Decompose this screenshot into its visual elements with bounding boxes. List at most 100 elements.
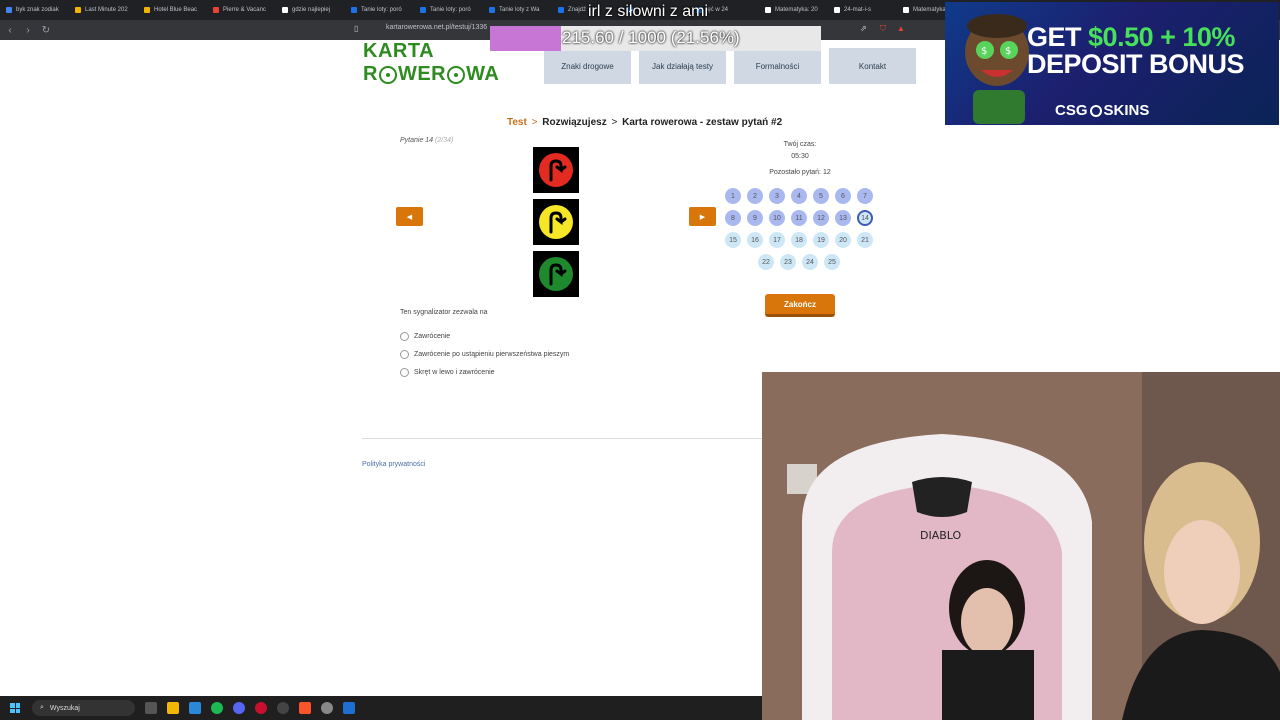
question-nav-button[interactable]: 5 (813, 188, 829, 204)
donation-goal-bar: 215.60 / 1000 (21.56%) (490, 26, 821, 51)
taskbar-search[interactable]: ⌕ Wyszukaj (32, 700, 135, 716)
browser-tab[interactable]: Tanie loty z Wa (483, 0, 552, 20)
tab-favicon-icon (489, 7, 495, 13)
brave-shield-icon[interactable]: ⛉ (880, 24, 886, 34)
obs-icon[interactable] (277, 702, 289, 714)
tab-favicon-icon (420, 7, 426, 13)
browser-tab-label: byk znak zodiak (16, 7, 59, 13)
site-logo-bottom[interactable]: R WER WA (363, 63, 499, 86)
discord-icon[interactable] (233, 702, 245, 714)
store-icon[interactable] (189, 702, 201, 714)
answer-radio[interactable] (400, 350, 409, 359)
question-nav-button[interactable]: 6 (835, 188, 851, 204)
privacy-policy-link[interactable]: Polityka prywatności (362, 461, 425, 468)
previous-question-button[interactable]: ◀ (396, 207, 423, 226)
u-turn-arrow-red-icon (539, 153, 573, 187)
browser-tab-label: Hotel Blue Beac (154, 7, 198, 13)
nav-item-road-signs[interactable]: Znaki drogowe (544, 48, 631, 84)
browser-tab-label: Tanie loty: poró (361, 7, 402, 13)
question-nav-button[interactable]: 24 (802, 254, 818, 270)
breadcrumb-test-link[interactable]: Test (507, 117, 527, 128)
logo-letters: WA (466, 63, 500, 85)
question-nav-button[interactable]: 11 (791, 210, 807, 226)
question-number-total: (2/34) (435, 137, 454, 144)
answer-radio[interactable] (400, 368, 409, 377)
question-nav-button[interactable]: 15 (725, 232, 741, 248)
question-nav-button[interactable]: 16 (747, 232, 763, 248)
question-nav-button[interactable]: 18 (791, 232, 807, 248)
svg-text:$: $ (981, 46, 987, 57)
browser-tab-label: 24-mat-i-s (844, 7, 872, 13)
answer-option[interactable]: Skręt w lewo i zawrócenie (400, 368, 495, 377)
nav-item-how-tests-work[interactable]: Jak działają testy (639, 48, 726, 84)
question-nav-button[interactable]: 2 (747, 188, 763, 204)
question-nav-button[interactable]: 9 (747, 210, 763, 226)
question-nav-button[interactable]: 20 (835, 232, 851, 248)
ad-headline-amount: $0.50 + 10% (1088, 22, 1235, 52)
question-nav-button[interactable]: 17 (769, 232, 785, 248)
browser-tab[interactable]: Hotel Blue Beac (138, 0, 207, 20)
answer-label[interactable]: Zawrócenie po ustąpieniu pierwszeństwa p… (414, 351, 569, 358)
url-field[interactable]: kartarowerowa.net.pl/testuj/1336 (386, 24, 487, 31)
question-nav-button[interactable]: 13 (835, 210, 851, 226)
brave-icon[interactable] (299, 702, 311, 714)
webcam-overlay: DIABLO (762, 372, 1280, 720)
finish-button[interactable]: Zakończ (765, 294, 835, 317)
browser-tab[interactable]: Last Minute 202 (69, 0, 138, 20)
share-icon[interactable]: ⇗ (860, 24, 867, 33)
question-nav-button[interactable]: 19 (813, 232, 829, 248)
search-icon: ⌕ (40, 704, 44, 711)
app-icon[interactable] (343, 702, 355, 714)
webcam-image: DIABLO (762, 372, 1280, 720)
answer-option[interactable]: Zawrócenie po ustąpieniu pierwszeństwa p… (400, 350, 569, 359)
answer-label[interactable]: Zawrócenie (414, 333, 450, 340)
file-explorer-icon[interactable] (167, 702, 179, 714)
answer-label[interactable]: Skręt w lewo i zawrócenie (414, 369, 495, 376)
question-nav-button[interactable]: 4 (791, 188, 807, 204)
question-nav-button[interactable]: 25 (824, 254, 840, 270)
question-nav-button[interactable]: 1 (725, 188, 741, 204)
tab-favicon-icon (75, 7, 81, 13)
settings-icon[interactable] (321, 702, 333, 714)
forward-icon[interactable]: › (20, 22, 36, 38)
answer-option[interactable]: Zawrócenie (400, 332, 450, 341)
nav-item-contact[interactable]: Kontakt (829, 48, 916, 84)
windows-start-icon[interactable] (10, 703, 20, 713)
question-nav-button[interactable]: 7 (857, 188, 873, 204)
question-nav-button[interactable]: 8 (725, 210, 741, 226)
question-nav-button[interactable]: 22 (758, 254, 774, 270)
logo-letter: R (363, 63, 378, 85)
nav-item-formalities[interactable]: Formalności (734, 48, 821, 84)
rewards-icon[interactable]: ▲ (897, 24, 905, 33)
browser-tab-label: jęć w 24 (706, 7, 729, 13)
browser-tab[interactable]: Pierre & Vacanc (207, 0, 276, 20)
question-nav-button[interactable]: 21 (857, 232, 873, 248)
signal-yellow (533, 199, 579, 245)
opera-icon[interactable] (255, 702, 267, 714)
question-nav-button[interactable]: 3 (769, 188, 785, 204)
bookmark-icon[interactable]: ▯ (354, 24, 358, 33)
answer-radio[interactable] (400, 332, 409, 341)
sponsor-banner[interactable]: $ $ GET $0.50 + 10% DEPOSIT BONUS CSG SK… (945, 2, 1279, 125)
question-nav-button[interactable]: 23 (780, 254, 796, 270)
question-nav-button[interactable]: 14 (857, 210, 873, 226)
back-icon[interactable]: ‹ (2, 22, 18, 38)
timer-label: Twój czas: (783, 141, 817, 148)
browser-tab[interactable]: Tanie loty: poró (345, 0, 414, 20)
next-question-button[interactable]: ▶ (689, 207, 716, 226)
reload-icon[interactable]: ↻ (38, 22, 54, 38)
browser-tab[interactable]: byk znak zodiak (0, 0, 69, 20)
breadcrumb: Test > Rozwiązujesz > Karta rowerowa - z… (507, 117, 782, 128)
browser-tab[interactable]: gdzie najlepiej (276, 0, 345, 20)
question-nav-button[interactable]: 10 (769, 210, 785, 226)
site-logo-top[interactable]: KARTA (363, 40, 434, 63)
browser-tab[interactable]: Tanie loty: poró (414, 0, 483, 20)
question-nav-button[interactable]: 12 (813, 210, 829, 226)
task-view-icon[interactable] (145, 702, 157, 714)
browser-tab-label: Tanie loty z Wa (499, 7, 540, 13)
browser-tab[interactable]: 24-mat-i-s (828, 0, 897, 20)
spotify-icon[interactable] (211, 702, 223, 714)
breadcrumb-current: Karta rowerowa - zestaw pytań #2 (622, 117, 783, 128)
ad-subheadline: DEPOSIT BONUS (1027, 49, 1245, 79)
browser-tab[interactable]: Matematyka: 20 (759, 0, 828, 20)
